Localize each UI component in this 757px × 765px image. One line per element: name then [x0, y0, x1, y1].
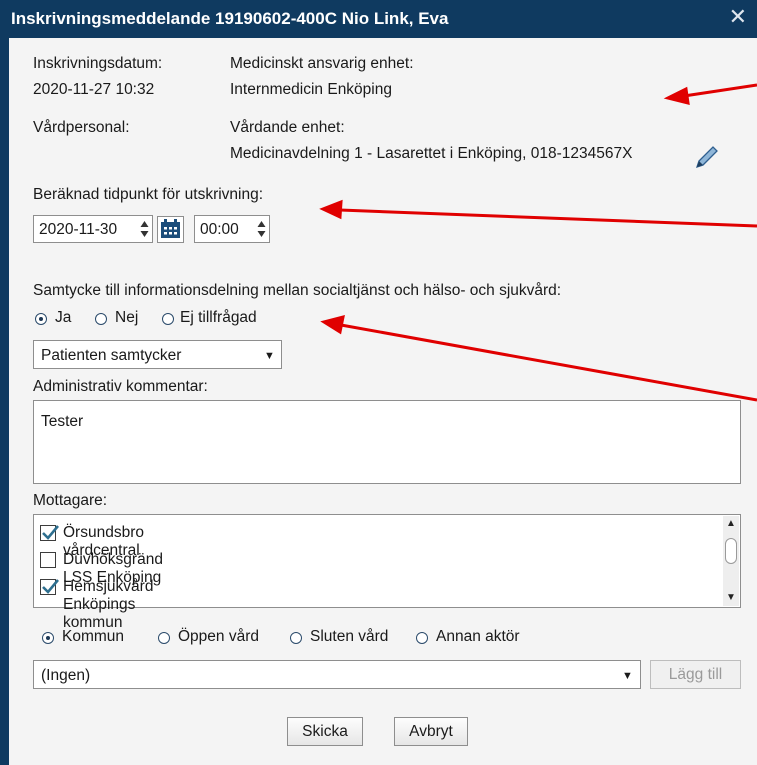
recipient-dropdown-value: (Ingen) — [41, 667, 91, 684]
discharge-time-input[interactable]: 00:00 — [194, 215, 270, 243]
type-option-sluten-vard: Sluten vård — [310, 628, 389, 645]
care-unit-value: Medicinavdelning 1 - Lasarettet i Enköpi… — [230, 145, 633, 162]
discharge-label: Beräknad tidpunkt för utskrivning: — [33, 186, 264, 203]
consent-option-ej-tillfragad: Ej tillfrågad — [180, 309, 257, 326]
consent-option-ja: Ja — [55, 309, 72, 326]
comment-value: Tester — [41, 413, 84, 430]
pencil-icon[interactable] — [692, 142, 722, 172]
type-option-annan-aktor: Annan aktör — [436, 628, 520, 645]
admission-date-label: Inskrivningsdatum: — [33, 55, 163, 72]
window-title: Inskrivningsmeddelande 19190602-400C Nio… — [11, 9, 449, 28]
checkmark-icon — [42, 525, 59, 540]
type-radio-kommun[interactable] — [42, 632, 54, 644]
type-option-kommun: Kommun — [62, 628, 125, 645]
window-border — [0, 38, 9, 765]
calendar-icon — [161, 219, 180, 238]
comment-label: Administrativ kommentar: — [33, 378, 208, 395]
type-radio-oppen-vard[interactable] — [158, 632, 170, 644]
chevron-down-icon: ▼ — [264, 350, 275, 362]
checkmark-icon — [42, 579, 59, 594]
recipient-dropdown[interactable]: (Ingen) ▼ — [33, 660, 641, 689]
discharge-time-value: 00:00 — [200, 221, 239, 238]
type-radio-sluten-vard[interactable] — [290, 632, 302, 644]
recipient-name: Hemsjukvård Enköpings kommun — [63, 578, 154, 631]
recipients-scrollbar[interactable]: ▲ ▼ — [723, 516, 739, 606]
scroll-up-icon[interactable]: ▲ — [723, 516, 739, 532]
responsible-unit-value: Internmedicin Enköping — [230, 81, 392, 98]
scroll-thumb[interactable] — [725, 538, 737, 564]
discharge-date-value: 2020-11-30 — [39, 221, 118, 238]
send-button[interactable]: Skicka — [287, 717, 363, 746]
consent-dropdown-value: Patienten samtycker — [41, 347, 182, 364]
care-staff-label: Vårdpersonal: — [33, 119, 130, 136]
discharge-date-input[interactable]: 2020-11-30 — [33, 215, 153, 243]
add-recipient-button[interactable]: Lägg till — [650, 660, 741, 689]
spinner-arrows-icon[interactable] — [140, 219, 149, 239]
admission-date-value: 2020-11-27 10:32 — [33, 81, 155, 98]
spinner-arrows-icon[interactable] — [257, 219, 266, 239]
chevron-down-icon: ▼ — [622, 670, 633, 682]
window-titlebar: Inskrivningsmeddelande 19190602-400C Nio… — [0, 0, 757, 38]
type-radio-annan-aktor[interactable] — [416, 632, 428, 644]
care-unit-label: Vårdande enhet: — [230, 119, 345, 136]
consent-option-nej: Nej — [115, 309, 139, 326]
comment-textarea[interactable]: Tester — [33, 400, 741, 484]
calendar-button[interactable] — [157, 216, 184, 243]
consent-dropdown[interactable]: Patienten samtycker ▼ — [33, 340, 282, 369]
consent-label: Samtycke till informationsdelning mellan… — [33, 282, 562, 299]
recipients-label: Mottagare: — [33, 492, 108, 509]
recipient-checkbox[interactable] — [40, 579, 59, 595]
consent-radio-ej-tillfragad[interactable] — [162, 313, 174, 325]
recipients-list[interactable]: Örsundsbro vårdcentral Duvhöksgränd LSS … — [33, 514, 741, 631]
type-option-oppen-vard: Öppen vård — [178, 628, 259, 645]
close-icon[interactable]: ✕ — [729, 4, 747, 30]
cancel-button[interactable]: Avbryt — [394, 717, 468, 746]
responsible-unit-label: Medicinskt ansvarig enhet: — [230, 55, 414, 72]
scroll-down-icon[interactable]: ▼ — [723, 590, 739, 606]
consent-radio-ja[interactable] — [35, 313, 47, 325]
consent-radio-nej[interactable] — [95, 313, 107, 325]
recipient-checkbox[interactable] — [40, 525, 59, 541]
recipient-checkbox[interactable] — [40, 552, 56, 568]
